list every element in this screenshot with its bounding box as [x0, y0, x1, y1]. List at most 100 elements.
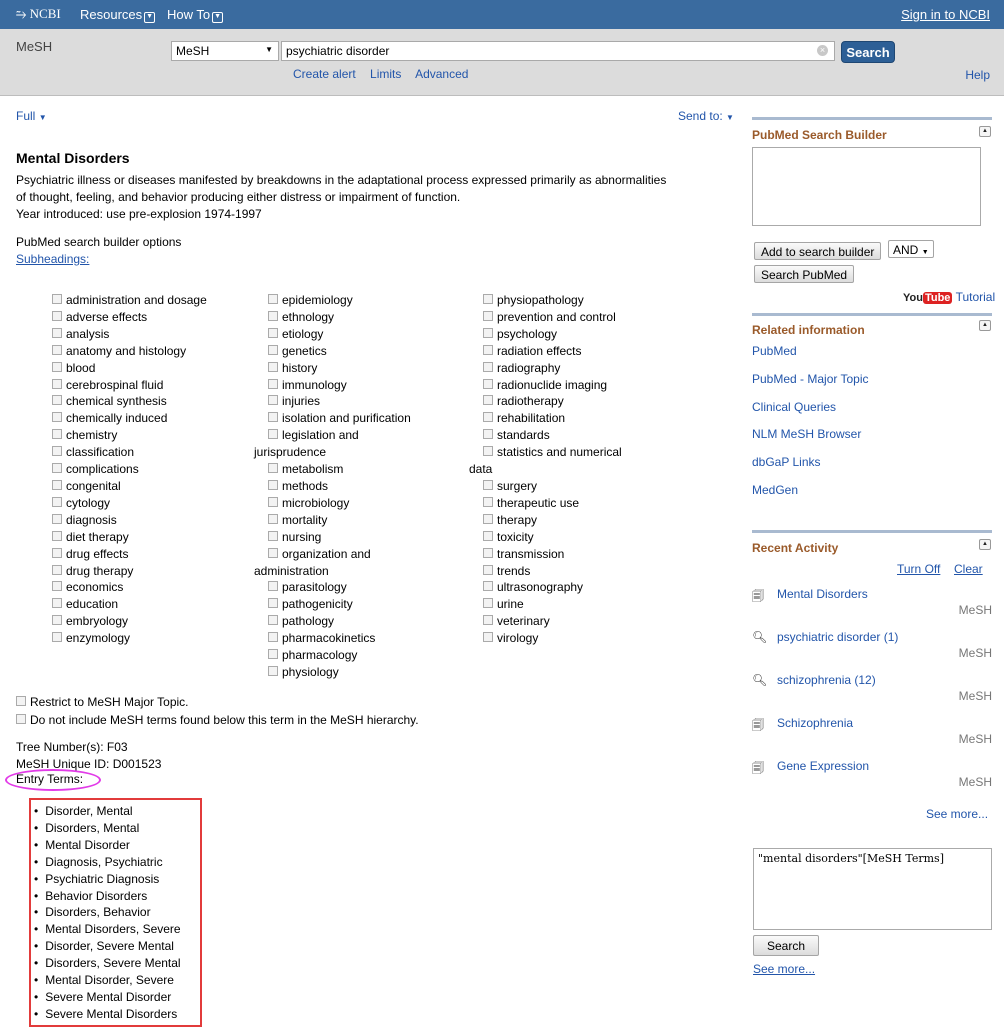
subheading-option[interactable]: classification [52, 444, 207, 461]
subheading-option[interactable]: pharmacokinetics [268, 630, 411, 647]
checkbox[interactable] [16, 696, 26, 706]
checkbox[interactable] [268, 395, 278, 406]
checkbox[interactable] [483, 310, 493, 321]
subheading-option[interactable]: mortality [268, 512, 411, 529]
subheading-option[interactable]: rehabilitation [483, 410, 622, 427]
checkbox[interactable] [52, 327, 62, 338]
checkbox[interactable] [52, 446, 62, 457]
checkbox[interactable] [52, 547, 62, 558]
checkbox[interactable] [268, 344, 278, 355]
subheading-option[interactable]: education [52, 596, 207, 613]
subheading-option[interactable]: history [268, 360, 411, 377]
checkbox[interactable] [483, 615, 493, 626]
subheading-option[interactable]: analysis [52, 326, 207, 343]
collapse-icon[interactable]: ▲ [979, 539, 991, 550]
format-dropdown[interactable]: Full ▼ [16, 109, 47, 123]
checkbox[interactable] [268, 429, 278, 440]
subheading-option[interactable]: enzymology [52, 630, 207, 647]
subheading-option[interactable]: methods [268, 478, 411, 495]
checkbox[interactable] [52, 496, 62, 507]
subheading-option[interactable]: nursing [268, 529, 411, 546]
search-button[interactable]: Search [841, 41, 895, 63]
recent-item-label[interactable]: psychiatric disorder (1) [777, 630, 898, 644]
related-link-clinical-queries[interactable]: Clinical Queries [752, 400, 836, 414]
tutorial-link[interactable]: Tutorial [956, 290, 996, 304]
checkbox[interactable] [52, 361, 62, 372]
checkbox[interactable] [268, 632, 278, 643]
checkbox[interactable] [52, 479, 62, 490]
collapse-icon[interactable]: ▲ [979, 126, 991, 137]
subheading-option[interactable]: genetics [268, 343, 411, 360]
subheading-option[interactable]: diet therapy [52, 529, 207, 546]
checkbox[interactable] [52, 463, 62, 474]
create-alert-link[interactable]: Create alert [293, 67, 356, 81]
search-builder-textarea[interactable] [752, 147, 981, 226]
subheading-option[interactable]: injuries [268, 393, 411, 410]
checkbox[interactable] [483, 632, 493, 643]
checkbox[interactable] [483, 378, 493, 389]
checkbox[interactable] [52, 344, 62, 355]
checkbox[interactable] [483, 479, 493, 490]
recent-item-label[interactable]: schizophrenia (12) [777, 673, 876, 687]
checkbox[interactable] [268, 530, 278, 541]
checkbox[interactable] [268, 327, 278, 338]
clear-icon[interactable]: × [817, 45, 828, 56]
checkbox[interactable] [483, 361, 493, 372]
checkbox[interactable] [52, 530, 62, 541]
checkbox[interactable] [52, 615, 62, 626]
subheading-option[interactable]: pathogenicity [268, 596, 411, 613]
youtube-tutorial-link[interactable]: You Tube Tutorial [903, 290, 995, 304]
checkbox[interactable] [268, 581, 278, 592]
checkbox[interactable] [52, 294, 62, 304]
checkbox[interactable] [268, 412, 278, 423]
subheading-option[interactable]: radionuclide imaging [483, 377, 622, 394]
checkbox[interactable] [268, 598, 278, 609]
subheading-option[interactable]: psychology [483, 326, 622, 343]
subheadings-link[interactable]: Subheadings: [16, 252, 89, 266]
subheading-option[interactable]: administration and dosage [52, 292, 207, 309]
subheading-option[interactable]: drug effects [52, 546, 207, 563]
subheading-option[interactable]: veterinary [483, 613, 622, 630]
subheading-option[interactable]: radiography [483, 360, 622, 377]
subheading-option[interactable]: statistics and numerical [483, 444, 622, 461]
query-textarea[interactable]: "mental disorders"[MeSH Terms] [753, 848, 992, 930]
subheading-option[interactable]: standards [483, 427, 622, 444]
recent-see-more-link[interactable]: See more... [926, 807, 988, 821]
add-to-search-builder-button[interactable]: Add to search builder [754, 242, 882, 260]
checkbox[interactable] [483, 513, 493, 524]
checkbox[interactable] [483, 530, 493, 541]
advanced-link[interactable]: Advanced [415, 67, 468, 81]
clear-link[interactable]: Clear [954, 562, 983, 576]
checkbox[interactable] [52, 378, 62, 389]
checkbox[interactable] [483, 564, 493, 575]
subheading-option[interactable]: surgery [483, 478, 622, 495]
checkbox[interactable] [483, 547, 493, 558]
checkbox[interactable] [483, 294, 493, 304]
checkbox[interactable] [268, 361, 278, 372]
subheading-option[interactable]: prevention and control [483, 309, 622, 326]
subheading-option[interactable]: immunology [268, 377, 411, 394]
subheading-option[interactable]: isolation and purification [268, 410, 411, 427]
subheading-option[interactable]: chemically induced [52, 410, 207, 427]
subheading-option[interactable]: adverse effects [52, 309, 207, 326]
subheading-option[interactable]: etiology [268, 326, 411, 343]
checkbox[interactable] [52, 429, 62, 440]
database-select[interactable]: MeSH ▼ [171, 41, 279, 61]
subheading-option[interactable]: organization and [268, 546, 411, 563]
checkbox[interactable] [268, 496, 278, 507]
checkbox[interactable] [268, 310, 278, 321]
checkbox[interactable] [268, 378, 278, 389]
subheading-option[interactable]: therapeutic use [483, 495, 622, 512]
subheading-option[interactable]: toxicity [483, 529, 622, 546]
subheading-option[interactable]: ultrasonography [483, 579, 622, 596]
checkbox[interactable] [483, 446, 493, 457]
subheading-option[interactable]: drug therapy [52, 563, 207, 580]
subheading-option[interactable]: pharmacology [268, 647, 411, 664]
subheading-option[interactable]: cerebrospinal fluid [52, 377, 207, 394]
checkbox[interactable] [483, 496, 493, 507]
checkbox[interactable] [483, 412, 493, 423]
checkbox[interactable] [268, 513, 278, 524]
search-input[interactable]: psychiatric disorder × [281, 41, 835, 61]
subheading-option[interactable]: chemical synthesis [52, 393, 207, 410]
send-to-dropdown[interactable]: Send to: ▼ [678, 109, 734, 123]
